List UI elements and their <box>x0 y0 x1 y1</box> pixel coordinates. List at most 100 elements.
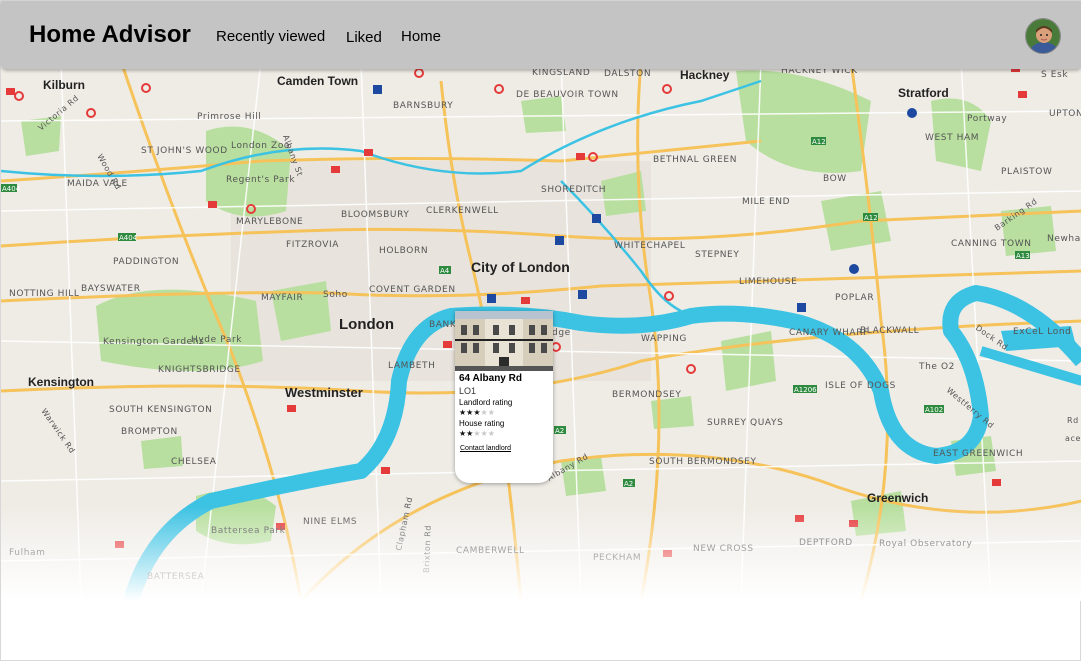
svg-text:A102: A102 <box>925 406 943 414</box>
svg-text:Battersea Park: Battersea Park <box>211 526 286 536</box>
svg-text:UPTON PARK: UPTON PARK <box>1049 109 1081 119</box>
svg-text:Fulham: Fulham <box>9 548 45 558</box>
svg-text:PECKHAM: PECKHAM <box>593 553 641 563</box>
house-rating-stars: ★★★★★ <box>459 429 495 438</box>
svg-text:SHOREDITCH: SHOREDITCH <box>541 185 606 195</box>
svg-text:LIMEHOUSE: LIMEHOUSE <box>739 277 797 287</box>
user-avatar-icon[interactable] <box>1025 18 1061 54</box>
svg-text:ST JOHN'S WOOD: ST JOHN'S WOOD <box>141 146 228 156</box>
svg-text:NEW CROSS: NEW CROSS <box>693 544 754 554</box>
svg-text:CANARY WHARF: CANARY WHARF <box>789 328 869 338</box>
svg-text:Westminster: Westminster <box>285 385 363 400</box>
star-empty-icon: ★ <box>480 408 488 417</box>
svg-text:WHITECHAPEL: WHITECHAPEL <box>614 241 685 251</box>
svg-text:STEPNEY: STEPNEY <box>695 250 739 260</box>
svg-text:MARYLEBONE: MARYLEBONE <box>236 217 303 227</box>
star-empty-icon: ★ <box>487 429 495 438</box>
svg-text:London: London <box>339 316 394 333</box>
svg-text:NOTTING HILL: NOTTING HILL <box>9 289 80 299</box>
landlord-rating-label: Landlord rating <box>459 398 513 407</box>
svg-text:BLOOMSBURY: BLOOMSBURY <box>341 210 409 220</box>
nav-liked[interactable]: Liked <box>346 29 382 46</box>
landlord-rating-stars: ★★★★★ <box>459 408 495 417</box>
svg-text:BAYSWATER: BAYSWATER <box>81 284 141 294</box>
svg-text:BOW: BOW <box>823 174 847 184</box>
svg-text:NINE ELMS: NINE ELMS <box>303 517 357 527</box>
svg-text:PLAISTOW: PLAISTOW <box>1001 167 1052 177</box>
svg-text:Hackney: Hackney <box>680 68 730 82</box>
app-window: Home Advisor Recently viewed Liked Home <box>0 0 1081 661</box>
house-rating-label: House rating <box>459 419 505 428</box>
star-filled-icon: ★ <box>473 408 481 417</box>
svg-text:Newham: Newham <box>1047 234 1081 244</box>
svg-text:The O2: The O2 <box>918 362 955 372</box>
svg-text:SOUTH BERMONDSEY: SOUTH BERMONDSEY <box>649 457 757 467</box>
svg-text:Greenwich: Greenwich <box>867 491 928 505</box>
svg-text:DALSTON: DALSTON <box>604 69 651 79</box>
svg-text:CANNING TOWN: CANNING TOWN <box>951 239 1032 249</box>
svg-text:Royal Observatory: Royal Observatory <box>879 539 972 549</box>
top-bar: Home Advisor Recently viewed Liked Home <box>1 1 1081 69</box>
svg-text:Kensington: Kensington <box>28 375 94 389</box>
svg-text:A13: A13 <box>1016 252 1030 260</box>
svg-text:ISLE OF DOGS: ISLE OF DOGS <box>825 381 896 391</box>
property-postcode: LO1 <box>459 386 477 396</box>
svg-text:WEST HAM: WEST HAM <box>925 133 979 143</box>
house-photo-icon[interactable] <box>455 311 553 371</box>
property-address: 64 Albany Rd <box>459 373 522 384</box>
svg-text:WAPPING: WAPPING <box>641 334 687 344</box>
svg-text:SOUTH KENSINGTON: SOUTH KENSINGTON <box>109 405 213 415</box>
nav-home[interactable]: Home <box>401 28 441 45</box>
svg-text:Regent's Park: Regent's Park <box>226 175 295 185</box>
star-empty-icon: ★ <box>487 408 495 417</box>
svg-text:BATTERSEA: BATTERSEA <box>147 572 205 582</box>
star-empty-icon: ★ <box>480 429 488 438</box>
svg-text:BARNSBURY: BARNSBURY <box>393 101 453 111</box>
svg-text:A12: A12 <box>864 214 878 222</box>
nav-recently-viewed[interactable]: Recently viewed <box>216 28 325 45</box>
property-card[interactable]: 64 Albany Rd LO1 Landlord rating ★★★★★ H… <box>455 311 553 483</box>
svg-text:POPLAR: POPLAR <box>835 293 874 303</box>
svg-text:A2: A2 <box>555 427 564 435</box>
brand-title[interactable]: Home Advisor <box>29 21 191 49</box>
svg-text:BERMONDSEY: BERMONDSEY <box>612 390 682 400</box>
svg-text:BROMPTON: BROMPTON <box>121 427 178 437</box>
svg-text:KNIGHTSBRIDGE: KNIGHTSBRIDGE <box>158 365 241 375</box>
svg-text:MAYFAIR: MAYFAIR <box>261 293 303 303</box>
svg-text:A2: A2 <box>624 480 633 488</box>
svg-text:Primrose Hill: Primrose Hill <box>197 112 261 122</box>
svg-text:Portway: Portway <box>967 114 1007 124</box>
svg-text:A404: A404 <box>2 185 21 193</box>
svg-text:Kensington Gardens: Kensington Gardens <box>103 337 204 347</box>
svg-text:FITZROVIA: FITZROVIA <box>286 240 339 250</box>
svg-text:EAST GREENWICH: EAST GREENWICH <box>933 449 1023 459</box>
svg-text:CLERKENWELL: CLERKENWELL <box>426 206 499 216</box>
svg-text:City of London: City of London <box>471 259 570 275</box>
svg-text:CHELSEA: CHELSEA <box>171 457 217 467</box>
svg-text:ExCeL Lond: ExCeL Lond <box>1013 327 1072 337</box>
svg-text:A404: A404 <box>119 234 138 242</box>
svg-text:Camden Town: Camden Town <box>277 74 358 88</box>
svg-text:BANK: BANK <box>429 320 457 330</box>
svg-text:DEPTFORD: DEPTFORD <box>799 538 853 548</box>
svg-text:A12: A12 <box>812 138 826 146</box>
svg-text:dge: dge <box>552 328 571 338</box>
svg-text:Rd: Rd <box>1067 416 1079 425</box>
svg-text:A1206: A1206 <box>794 386 817 394</box>
svg-text:PADDINGTON: PADDINGTON <box>113 257 179 267</box>
svg-text:MILE END: MILE END <box>742 197 790 207</box>
svg-text:DE BEAUVOIR TOWN: DE BEAUVOIR TOWN <box>516 90 619 100</box>
svg-text:Hyde Park: Hyde Park <box>191 335 242 345</box>
svg-text:SURREY QUAYS: SURREY QUAYS <box>707 418 783 428</box>
svg-text:S Esk: S Esk <box>1041 70 1068 80</box>
contact-landlord-link[interactable]: Contact landlord <box>460 445 511 452</box>
svg-text:Brixton Rd: Brixton Rd <box>422 525 433 573</box>
svg-text:KINGSLAND: KINGSLAND <box>532 68 590 78</box>
svg-text:Soho: Soho <box>323 290 348 300</box>
svg-text:BETHNAL GREEN: BETHNAL GREEN <box>653 155 737 165</box>
svg-text:Stratford: Stratford <box>898 86 949 100</box>
svg-text:HOLBORN: HOLBORN <box>379 246 428 256</box>
svg-text:CAMBERWELL: CAMBERWELL <box>456 546 525 556</box>
svg-text:ace: ace <box>1065 434 1081 443</box>
svg-text:LAMBETH: LAMBETH <box>388 361 435 371</box>
